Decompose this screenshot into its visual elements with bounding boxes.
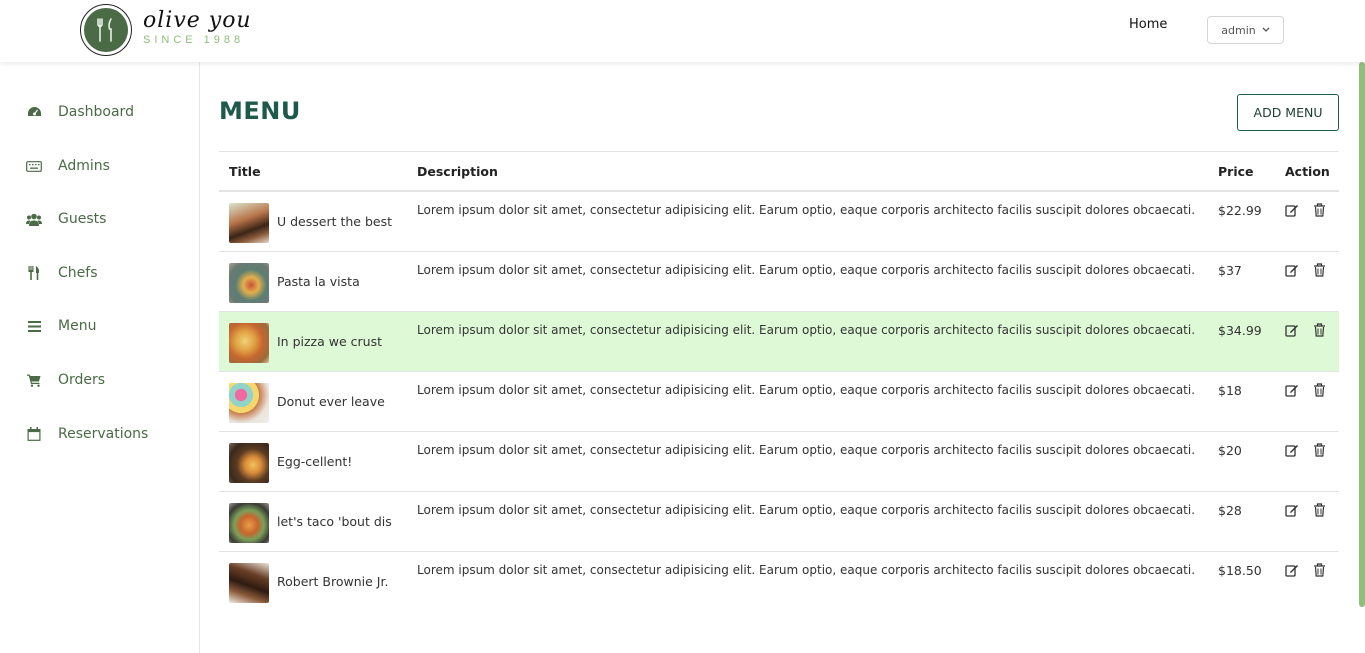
row-title: In pizza we crust [277,334,382,349]
table-row[interactable]: U dessert the best Lorem ipsum dolor sit… [219,192,1339,252]
table-row[interactable]: Egg-cellent! Lorem ipsum dolor sit amet,… [219,432,1339,492]
row-title: U dessert the best [277,214,393,229]
row-description: Lorem ipsum dolor sit amet, consectetur … [417,323,1196,337]
brand-text: olive you SINCE 1988 [143,8,252,46]
cart-icon [26,372,42,388]
scrollbar[interactable] [1359,62,1365,607]
column-header-price[interactable]: Price [1218,164,1254,179]
edit-icon[interactable] [1285,323,1299,337]
column-header-description[interactable]: Description [417,164,498,179]
sidebar-item-chefs[interactable]: Chefs [26,261,97,285]
table-header: Title Description Price Action [219,151,1339,192]
row-description: Lorem ipsum dolor sit amet, consectetur … [417,503,1196,517]
user-dropdown[interactable]: admin [1207,16,1284,44]
trash-icon[interactable] [1313,263,1326,277]
row-price: $22.99 [1218,203,1262,218]
row-price: $18 [1218,383,1242,398]
trash-icon[interactable] [1313,323,1326,337]
row-description: Lorem ipsum dolor sit amet, consectetur … [417,563,1196,577]
sidebar-item-orders[interactable]: Orders [26,368,105,392]
row-price: $37 [1218,263,1242,278]
menu-table: Title Description Price Action U dessert… [219,151,1339,612]
edit-icon[interactable] [1285,563,1299,577]
row-title: let's taco 'bout dis [277,514,392,529]
sidebar-item-label: Menu [58,318,97,334]
keyboard-icon [26,158,42,174]
sidebar-item-label: Reservations [58,426,149,442]
edit-icon[interactable] [1285,503,1299,517]
menu-icon [26,318,42,334]
sidebar-item-reservations[interactable]: Reservations [26,422,148,446]
sidebar-item-guests[interactable]: Guests [26,207,106,231]
sidebar-item-label: Orders [58,372,106,388]
trash-icon[interactable] [1313,443,1326,457]
row-title: Egg-cellent! [277,454,353,469]
egg-dish-thumbnail [229,443,269,483]
brand-name: olive you [143,8,252,33]
page-title: MENU [219,97,301,125]
row-description: Lorem ipsum dolor sit amet, consectetur … [417,263,1196,277]
edit-icon[interactable] [1285,263,1299,277]
sidebar-item-menu[interactable]: Menu [26,314,96,338]
row-price: $18.50 [1218,563,1262,578]
brand-tagline: SINCE 1988 [143,34,245,46]
sidebar-item-admins[interactable]: Admins [26,154,110,178]
nav-home-link[interactable]: Home [1129,17,1167,32]
trash-icon[interactable] [1313,383,1326,397]
table-row[interactable]: Pasta la vista Lorem ipsum dolor sit ame… [219,252,1339,312]
table-row[interactable]: Donut ever leave Lorem ipsum dolor sit a… [219,372,1339,432]
pizza-thumbnail [229,323,269,363]
chevron-down-icon [1262,27,1270,32]
row-title: Donut ever leave [277,394,385,409]
sidebar: Dashboard Admins Guests Chefs Menu Order… [0,62,200,653]
table-row[interactable]: In pizza we crust Lorem ipsum dolor sit … [219,312,1339,372]
table-row[interactable]: let's taco 'bout dis Lorem ipsum dolor s… [219,492,1339,552]
calendar-icon [26,426,42,442]
row-description: Lorem ipsum dolor sit amet, consectetur … [417,443,1196,457]
row-price: $28 [1218,503,1242,518]
donut-thumbnail [229,383,269,423]
table-row[interactable]: Robert Brownie Jr. Lorem ipsum dolor sit… [219,552,1339,612]
sidebar-item-label: Dashboard [58,104,134,120]
sidebar-item-label: Admins [58,158,110,174]
column-header-title[interactable]: Title [229,164,261,179]
row-price: $20 [1218,443,1242,458]
trash-icon[interactable] [1313,203,1326,217]
fork-knife-icon [84,8,128,52]
add-menu-button[interactable]: ADD MENU [1237,94,1339,131]
edit-icon[interactable] [1285,443,1299,457]
row-description: Lorem ipsum dolor sit amet, consectetur … [417,383,1196,397]
sidebar-item-label: Chefs [58,265,98,281]
row-description: Lorem ipsum dolor sit amet, consectetur … [417,203,1196,217]
brownie-thumbnail [229,563,269,603]
dashboard-icon [26,104,42,120]
row-title: Robert Brownie Jr. [277,574,389,589]
trash-icon[interactable] [1313,563,1326,577]
row-price: $34.99 [1218,323,1262,338]
row-title: Pasta la vista [277,274,360,289]
dessert-thumbnail [229,203,269,243]
users-icon [26,211,42,227]
sidebar-item-label: Guests [58,211,107,227]
user-dropdown-label: admin [1221,23,1256,37]
pasta-thumbnail [229,263,269,303]
taco-thumbnail [229,503,269,543]
column-header-action: Action [1285,164,1330,179]
edit-icon[interactable] [1285,203,1299,217]
cutlery-icon [26,265,42,281]
top-bar: olive you SINCE 1988 Home admin [0,0,1365,62]
sidebar-item-dashboard[interactable]: Dashboard [26,100,134,124]
brand-logo[interactable] [80,4,132,56]
trash-icon[interactable] [1313,503,1326,517]
edit-icon[interactable] [1285,383,1299,397]
